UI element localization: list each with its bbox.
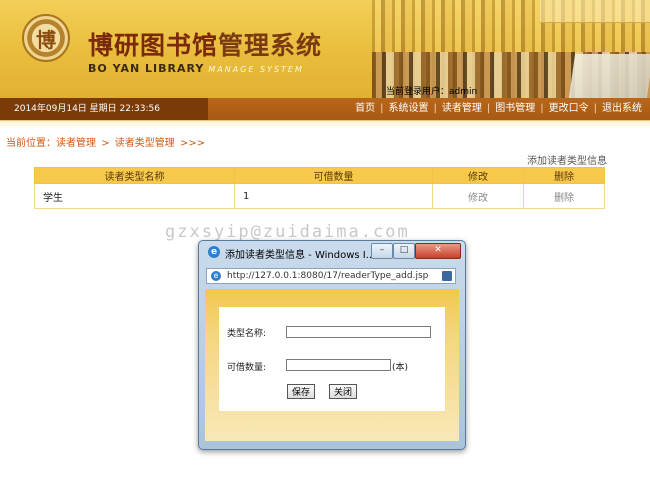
- nav-home[interactable]: 首页: [355, 103, 375, 114]
- cell-borrow-count: 1: [234, 183, 433, 209]
- breadcrumb-arrow: >: [101, 138, 110, 149]
- nav-separator: |: [540, 103, 544, 114]
- borrow-count-label: 可借数量:: [227, 363, 267, 373]
- library-logo: 博: [22, 14, 70, 62]
- popup-title: 添加读者类型信息 - Windows I...: [225, 250, 376, 261]
- popup-content: 类型名称: 可借数量: (本) 保存 关闭: [205, 289, 459, 441]
- nav-book-management[interactable]: 图书管理: [495, 103, 535, 114]
- system-title-art: 博研图书馆: [88, 31, 219, 60]
- page-icon: e: [211, 271, 221, 281]
- count-unit-label: (本): [392, 363, 409, 373]
- breadcrumb-reader-management[interactable]: 读者管理: [56, 138, 96, 149]
- lamp-decoration: [540, 0, 650, 23]
- nav-menu: 首页 | 系统设置 | 读者管理 | 图书管理 | 更改口令 | 退出系统: [355, 98, 642, 120]
- system-title-en-sub: MANAGE SYSTEM: [208, 65, 304, 74]
- close-window-button[interactable]: ✕: [415, 243, 461, 259]
- popup-titlebar[interactable]: e 添加读者类型信息 - Windows I... – □ ✕: [199, 241, 465, 263]
- address-url: http://127.0.0.1:8080/17/readerType_add.…: [227, 271, 429, 281]
- nav-separator: |: [380, 103, 384, 114]
- minimize-button[interactable]: –: [371, 243, 393, 259]
- close-button[interactable]: 关闭: [329, 384, 358, 399]
- add-reader-type-link[interactable]: 添加读者类型信息: [527, 152, 607, 167]
- add-reader-type-form: 类型名称: 可借数量: (本) 保存 关闭: [219, 307, 445, 411]
- system-title-suffix: 管理系统: [218, 31, 323, 60]
- nav-reader-management[interactable]: 读者管理: [442, 103, 482, 114]
- type-name-input[interactable]: [286, 326, 431, 338]
- add-reader-type-popup: e 添加读者类型信息 - Windows I... – □ ✕ e http:/…: [198, 240, 466, 450]
- delete-link[interactable]: 删除: [523, 183, 605, 209]
- nav-bar: 2014年09月14日 星期日 22:33:56 首页 | 系统设置 | 读者管理 | 图书…: [0, 98, 650, 120]
- nav-change-password[interactable]: 更改口令: [549, 103, 589, 114]
- col-borrow-count: 可借数量: [234, 167, 433, 184]
- system-title: 博研图书馆管理系统: [88, 26, 322, 62]
- type-name-label: 类型名称:: [227, 329, 267, 339]
- breadcrumb-prefix: 当前位置：: [6, 138, 56, 149]
- reader-type-table: 读者类型名称 可借数量 修改 删除 学生 1 修改 删除: [34, 167, 605, 209]
- breadcrumb: 当前位置：读者管理 > 读者类型管理 >>>: [6, 134, 207, 149]
- nav-bottom-strip: [0, 120, 650, 129]
- edit-link[interactable]: 修改: [432, 183, 524, 209]
- col-delete: 删除: [523, 167, 605, 184]
- nav-system-settings[interactable]: 系统设置: [389, 103, 429, 114]
- header-banner: 博 博研图书馆管理系统 BO YAN LIBRARY MANAGE SYSTEM …: [0, 0, 650, 98]
- table-row: 学生 1 修改 删除: [34, 183, 605, 209]
- watermark: gzxsyip@zuidaima.com: [165, 222, 410, 242]
- system-title-en-main: BO YAN LIBRARY: [88, 62, 205, 75]
- nav-separator: |: [593, 103, 597, 114]
- cell-type-name: 学生: [34, 183, 235, 209]
- breadcrumb-tail: >>>: [179, 138, 206, 149]
- table-header-row: 读者类型名称 可借数量 修改 删除: [34, 167, 605, 184]
- current-user-label: 当前登录用户：admin: [386, 87, 478, 97]
- save-button[interactable]: 保存: [287, 384, 316, 399]
- nav-logout[interactable]: 退出系统: [602, 103, 642, 114]
- paper-decoration: [568, 54, 650, 98]
- datetime-display: 2014年09月14日 星期日 22:33:56: [0, 98, 208, 120]
- ie-icon: e: [208, 246, 220, 258]
- nav-separator: |: [486, 103, 491, 114]
- maximize-button[interactable]: □: [393, 243, 415, 259]
- borrow-count-input[interactable]: [286, 359, 391, 371]
- col-edit: 修改: [432, 167, 524, 184]
- nav-separator: |: [433, 103, 437, 114]
- system-title-en: BO YAN LIBRARY MANAGE SYSTEM: [88, 62, 304, 75]
- security-icon: [442, 271, 452, 281]
- address-bar[interactable]: e http://127.0.0.1:8080/17/readerType_ad…: [206, 268, 456, 284]
- breadcrumb-reader-type[interactable]: 读者类型管理: [115, 138, 175, 149]
- col-type-name: 读者类型名称: [34, 167, 235, 184]
